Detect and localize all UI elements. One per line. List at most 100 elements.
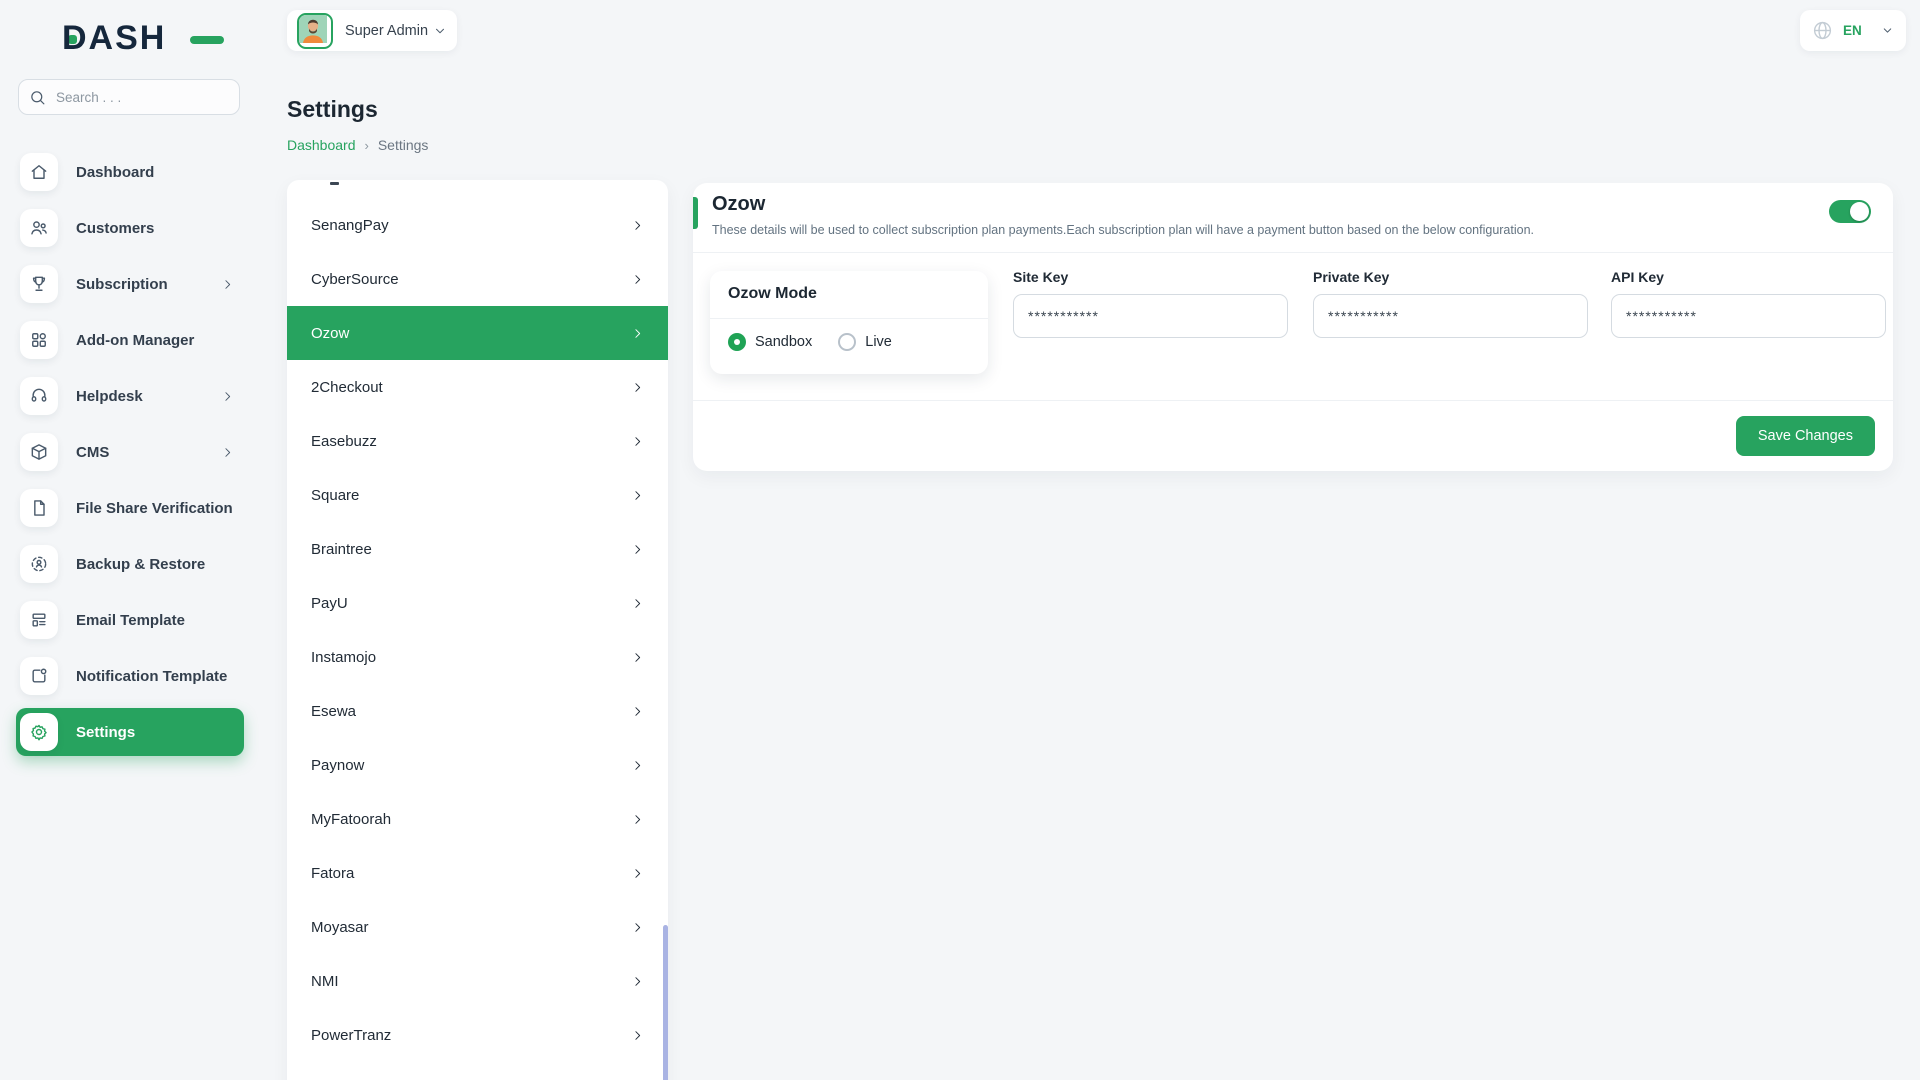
home-icon <box>20 153 58 191</box>
sidebar-item-label: Backup & Restore <box>76 556 205 573</box>
gateway-label: Paynow <box>311 757 364 774</box>
save-button[interactable]: Save Changes <box>1736 416 1875 456</box>
gateway-row-braintree[interactable]: Braintree <box>287 522 668 576</box>
gateway-row-moyasar[interactable]: Moyasar <box>287 900 668 954</box>
chevron-right-icon <box>631 327 644 340</box>
breadcrumb-current: Settings <box>378 137 429 153</box>
gateway-row-cybersource[interactable]: CyberSource <box>287 252 668 306</box>
sidebar-item-settings[interactable]: Settings <box>16 708 244 756</box>
gateway-label: PayU <box>311 595 348 612</box>
radio-unselected-icon[interactable] <box>838 333 856 351</box>
chevron-right-icon <box>631 597 644 610</box>
site-key-input[interactable] <box>1013 294 1288 338</box>
mode-options: Sandbox Live <box>728 333 892 351</box>
chevron-right-icon <box>631 219 644 232</box>
sidebar-item-helpdesk[interactable]: Helpdesk <box>16 372 244 420</box>
avatar <box>297 13 333 49</box>
package-icon <box>20 433 58 471</box>
gateway-row-easebuzz[interactable]: Easebuzz <box>287 414 668 468</box>
gateway-label: Square <box>311 487 359 504</box>
sidebar-item-label: Email Template <box>76 612 185 629</box>
gateway-label: Fatora <box>311 865 354 882</box>
api-key-label: API Key <box>1611 269 1886 285</box>
private-key-label: Private Key <box>1313 269 1588 285</box>
mode-card-divider <box>710 318 988 319</box>
chevron-right-icon <box>631 1029 644 1042</box>
grid-icon <box>20 321 58 359</box>
radio-selected-icon[interactable] <box>728 333 746 351</box>
gateway-row-instamojo[interactable]: Instamojo <box>287 630 668 684</box>
chevron-down-icon <box>1881 24 1894 37</box>
gateway-row-esewa[interactable]: Esewa <box>287 684 668 738</box>
chevron-right-icon <box>631 921 644 934</box>
chevron-right-icon <box>631 435 644 448</box>
gateway-row-2checkout[interactable]: 2Checkout <box>287 360 668 414</box>
sidebar-item-label: Notification Template <box>76 668 227 685</box>
gateway-row-nmi[interactable]: NMI <box>287 954 668 1008</box>
site-key-field: Site Key <box>1013 269 1288 338</box>
sidebar-item-email-template[interactable]: Email Template <box>16 596 244 644</box>
panel-description: These details will be used to collect su… <box>712 223 1534 237</box>
gateway-label: Moyasar <box>311 919 369 936</box>
panel-accent-bar <box>693 197 698 229</box>
gateway-label: Easebuzz <box>311 433 377 450</box>
chevron-right-icon <box>631 651 644 664</box>
sidebar-item-file-share-verification[interactable]: File Share Verification <box>16 484 244 532</box>
api-key-field: API Key <box>1611 269 1886 338</box>
clipped-item-fragment <box>330 182 339 185</box>
chevron-right-icon <box>631 867 644 880</box>
gateway-row-myfatoorah[interactable]: MyFatoorah <box>287 792 668 846</box>
mode-option-live[interactable]: Live <box>838 333 892 351</box>
gateway-row-senangpay[interactable]: SenangPay <box>287 198 668 252</box>
sidebar-item-customers[interactable]: Customers <box>16 204 244 252</box>
chevron-right-icon <box>221 390 234 403</box>
mode-option-sandbox[interactable]: Sandbox <box>728 333 812 351</box>
breadcrumb-dashboard-link[interactable]: Dashboard <box>287 137 356 153</box>
mode-option-label: Sandbox <box>755 334 812 350</box>
chevron-right-icon <box>631 273 644 286</box>
toggle-knob <box>1850 202 1869 221</box>
sidebar-search[interactable] <box>18 79 240 115</box>
chevron-right-icon <box>631 759 644 772</box>
gateway-row-ozow[interactable]: Ozow <box>287 306 668 360</box>
gateway-label: Instamojo <box>311 649 376 666</box>
list-scrollbar[interactable] <box>663 925 668 1080</box>
sidebar-item-dashboard[interactable]: Dashboard <box>16 148 244 196</box>
sidebar-item-label: Subscription <box>76 276 168 293</box>
chevron-right-icon <box>631 489 644 502</box>
gateway-label: CyberSource <box>311 271 399 288</box>
app-root: DASH Dashboard Customers Subscription <box>0 0 1920 1080</box>
search-input[interactable] <box>54 89 228 106</box>
sidebar-item-cms[interactable]: CMS <box>16 428 244 476</box>
gear-icon <box>20 713 58 751</box>
globe-icon <box>1812 20 1833 41</box>
gateway-label: NMI <box>311 973 339 990</box>
private-key-field: Private Key <box>1313 269 1588 338</box>
gateway-row-paynow[interactable]: Paynow <box>287 738 668 792</box>
gateway-label: SenangPay <box>311 217 389 234</box>
language-selector[interactable]: EN <box>1800 10 1906 51</box>
gateway-row-fatora[interactable]: Fatora <box>287 846 668 900</box>
sidebar-item-label: Settings <box>76 724 135 741</box>
sidebar-item-label: Helpdesk <box>76 388 143 405</box>
private-key-input[interactable] <box>1313 294 1588 338</box>
user-menu[interactable]: Super Admin <box>287 10 457 51</box>
chevron-right-icon <box>631 813 644 826</box>
sidebar-item-addon-manager[interactable]: Add-on Manager <box>16 316 244 364</box>
sidebar-item-label: File Share Verification <box>76 500 233 517</box>
gateway-row-payu[interactable]: PayU <box>287 576 668 630</box>
page-title: Settings <box>287 96 378 123</box>
headset-icon <box>20 377 58 415</box>
gateway-row-powertranz[interactable]: PowerTranz <box>287 1008 668 1062</box>
gateway-enabled-toggle[interactable] <box>1829 200 1871 223</box>
sidebar-item-notification-template[interactable]: Notification Template <box>16 652 244 700</box>
gateway-row-square[interactable]: Square <box>287 468 668 522</box>
sidebar-item-backup-restore[interactable]: Backup & Restore <box>16 540 244 588</box>
gateway-label: PowerTranz <box>311 1027 391 1044</box>
sidebar-item-subscription[interactable]: Subscription <box>16 260 244 308</box>
sidebar: DASH Dashboard Customers Subscription <box>0 0 262 1080</box>
api-key-input[interactable] <box>1611 294 1886 338</box>
gateway-label: 2Checkout <box>311 379 383 396</box>
sidebar-item-label: Dashboard <box>76 164 154 181</box>
gateway-label: Ozow <box>311 325 349 342</box>
